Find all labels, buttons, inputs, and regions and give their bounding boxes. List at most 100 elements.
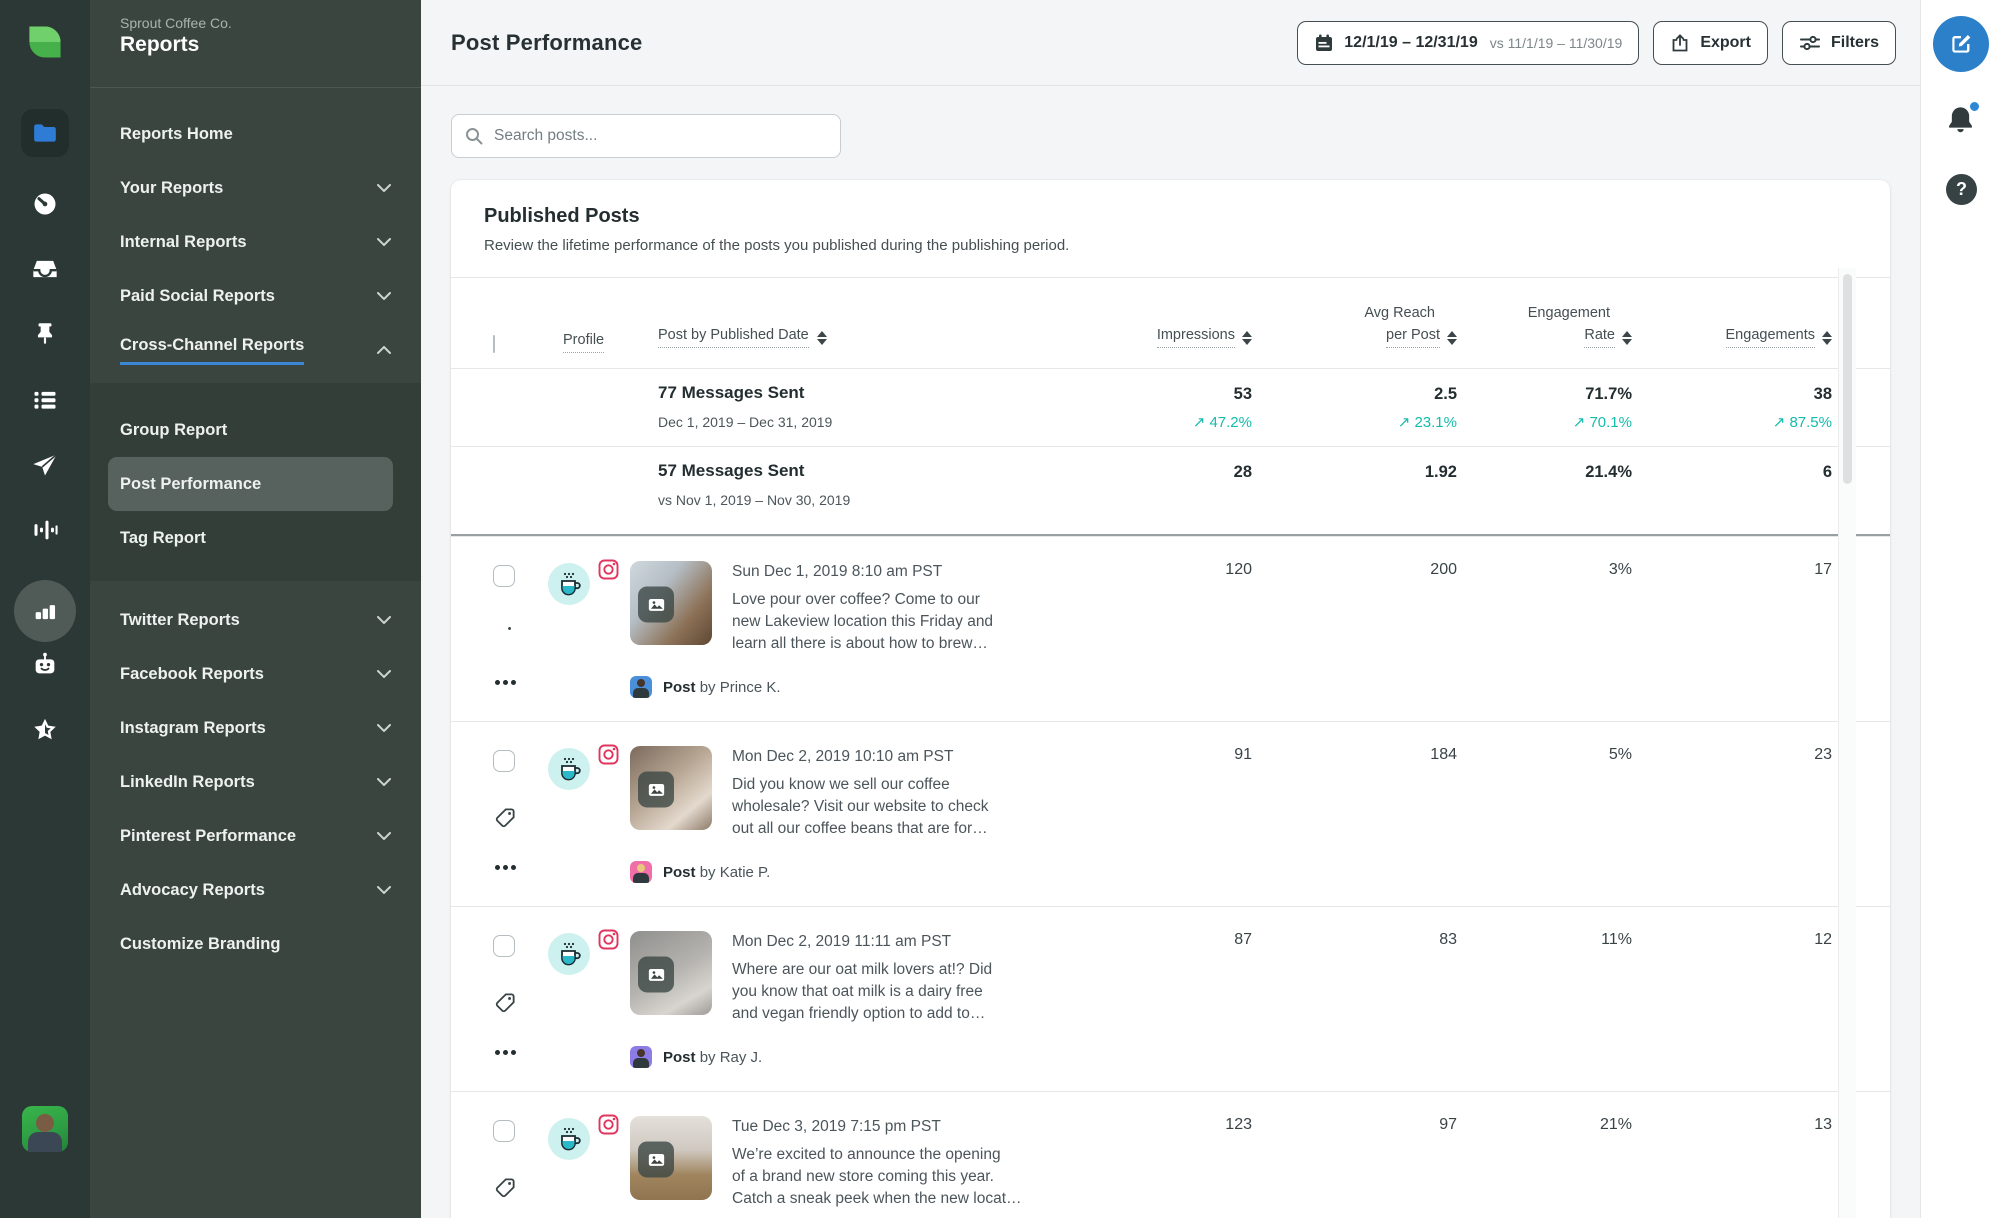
star-icon[interactable] — [31, 716, 59, 744]
more-options-icon[interactable] — [495, 680, 516, 685]
waveform-icon[interactable] — [31, 516, 59, 544]
column-engagements[interactable]: Engagements — [1632, 321, 1832, 368]
table-header: Profile Post by Published Date Impressio… — [451, 278, 1890, 368]
sidebar-item-facebook-reports[interactable]: Facebook Reports — [90, 647, 421, 701]
select-all-checkbox[interactable] — [493, 335, 495, 353]
sort-icon[interactable] — [1822, 330, 1832, 345]
date-range-button[interactable]: 12/1/19 – 12/31/19 vs 11/1/19 – 11/30/19 — [1297, 20, 1640, 65]
engagements-value: 12 — [1814, 931, 1832, 948]
profile-avatar-coffee-cup-icon[interactable] — [548, 933, 590, 975]
sprout-leaf-logo-icon[interactable] — [19, 16, 71, 68]
rate-value: 3% — [1608, 561, 1632, 578]
author-avatar — [630, 1046, 652, 1068]
table-row: Sun Dec 1, 2019 8:10 am PST Love pour ov… — [451, 536, 1890, 721]
row-checkbox[interactable] — [493, 565, 515, 587]
post-thumbnail[interactable] — [630, 561, 712, 645]
post-author: Post by Ray J. — [630, 1046, 1102, 1068]
post-text: Where are our oat milk lovers at!? Did — [732, 961, 993, 978]
post-thumbnail[interactable] — [630, 746, 712, 830]
column-profile[interactable]: Profile — [540, 332, 630, 368]
tag-icon[interactable] — [494, 806, 517, 834]
compose-button[interactable] — [1933, 16, 1989, 72]
sidebar-item-pinterest-performance[interactable]: Pinterest Performance — [90, 809, 421, 863]
sidebar-item-paid-social-reports[interactable]: Paid Social Reports — [90, 269, 421, 323]
reach-value: 184 — [1430, 746, 1457, 763]
more-options-icon[interactable] — [495, 1050, 516, 1055]
sidebar-title: Reports — [120, 33, 200, 56]
profile-avatar-coffee-cup-icon[interactable] — [548, 1118, 590, 1160]
sort-icon[interactable] — [1622, 330, 1632, 345]
inbox-icon[interactable] — [31, 255, 59, 283]
row-checkbox[interactable] — [493, 935, 515, 957]
author-avatar — [630, 861, 652, 883]
pin-icon[interactable] — [32, 320, 58, 346]
sidebar-item-linkedin-reports[interactable]: LinkedIn Reports — [90, 755, 421, 809]
row-checkbox[interactable] — [493, 1120, 515, 1142]
post-text: of a brand new store coming this year. — [732, 1168, 994, 1185]
post-thumbnail[interactable] — [630, 931, 712, 1015]
search-input[interactable] — [451, 114, 841, 158]
sort-icon[interactable] — [816, 330, 827, 345]
summary-title: 77 Messages Sent — [658, 383, 805, 402]
post-thumbnail[interactable] — [630, 1116, 712, 1200]
sidebar-item-customize-branding[interactable]: Customize Branding — [90, 917, 421, 971]
row-checkbox[interactable] — [493, 750, 515, 772]
sidebar-item-cross-channel-reports[interactable]: Cross-Channel Reports — [90, 323, 421, 377]
export-icon — [1672, 33, 1688, 51]
chevron-down-icon — [377, 670, 391, 678]
chevron-down-icon — [377, 292, 391, 300]
sidebar-item-instagram-reports[interactable]: Instagram Reports — [90, 701, 421, 755]
instagram-icon — [598, 1114, 619, 1135]
tag-icon[interactable] — [494, 621, 517, 649]
column-avg-reach-per-post[interactable]: Avg Reach per Post — [1252, 305, 1457, 368]
profile-cell — [540, 907, 630, 1091]
tag-icon[interactable] — [494, 991, 517, 1019]
summary-row-comparison: 57 Messages Sent vs Nov 1, 2019 – Nov 30… — [451, 446, 1890, 536]
image-placeholder-icon — [638, 1141, 674, 1178]
column-post-by-published-date[interactable]: Post by Published Date — [630, 327, 1102, 368]
post-cell: Mon Dec 2, 2019 11:11 am PST Where are o… — [630, 907, 1102, 1091]
rate-value: 21% — [1599, 1116, 1632, 1133]
gauge-icon[interactable] — [31, 190, 59, 218]
export-button[interactable]: Export — [1653, 20, 1768, 65]
post-author: Post by Katie P. — [630, 861, 1102, 883]
sidebar-item-advocacy-reports[interactable]: Advocacy Reports — [90, 863, 421, 917]
folder-icon[interactable] — [21, 109, 69, 157]
sort-icon[interactable] — [1242, 330, 1252, 345]
sidebar-item-your-reports[interactable]: Your Reports — [90, 161, 421, 215]
help-button[interactable]: ? — [1946, 174, 1977, 205]
sidebar-item-internal-reports[interactable]: Internal Reports — [90, 215, 421, 269]
card-subtitle: Review the lifetime performance of the p… — [484, 237, 1070, 254]
paper-plane-icon[interactable] — [31, 451, 59, 479]
filters-button[interactable]: Filters — [1781, 20, 1896, 65]
profile-avatar-coffee-cup-icon[interactable] — [548, 748, 590, 790]
sort-icon[interactable] — [1447, 330, 1457, 345]
more-options-icon[interactable] — [495, 865, 516, 870]
table-row: Tue Dec 3, 2019 7:15 pm PST We’re excite… — [451, 1091, 1890, 1218]
robot-icon[interactable] — [31, 650, 59, 678]
post-text: and vegan friendly option to add to… — [732, 1005, 986, 1022]
sidebar-item-post-performance[interactable]: Post Performance — [108, 457, 393, 511]
table-scrollbar[interactable] — [1838, 268, 1856, 1218]
user-avatar[interactable] — [22, 1106, 68, 1152]
notifications-button[interactable] — [1944, 100, 1981, 142]
image-placeholder-icon — [638, 956, 674, 993]
summary-impressions: 53 ↗ 47.2% — [1102, 369, 1252, 446]
list-icon[interactable] — [31, 386, 59, 414]
sidebar-menu-lower: Twitter Reports Facebook Reports Instagr… — [90, 593, 421, 971]
scrollbar-thumb[interactable] — [1843, 274, 1852, 484]
tag-icon[interactable] — [494, 1176, 517, 1204]
sidebar-divider — [90, 87, 421, 88]
sidebar-menu: Reports Home Your Reports Internal Repor… — [90, 107, 421, 971]
sidebar-item-twitter-reports[interactable]: Twitter Reports — [90, 593, 421, 647]
sidebar-item-group-report[interactable]: Group Report — [90, 403, 421, 457]
bar-chart-icon[interactable] — [14, 580, 76, 642]
topbar: Post Performance 12/1/19 – 12/31/19 vs 1… — [421, 0, 1920, 86]
sidebar-item-reports-home[interactable]: Reports Home — [90, 107, 421, 161]
column-impressions[interactable]: Impressions — [1102, 321, 1252, 368]
sidebar-item-tag-report[interactable]: Tag Report — [90, 511, 421, 565]
column-engagement-rate[interactable]: Engagement Rate — [1457, 305, 1632, 368]
profile-avatar-coffee-cup-icon[interactable] — [548, 563, 590, 605]
summary-reach: 1.92 — [1424, 463, 1457, 481]
engagements-delta: ↗ 87.5% — [1772, 414, 1832, 431]
